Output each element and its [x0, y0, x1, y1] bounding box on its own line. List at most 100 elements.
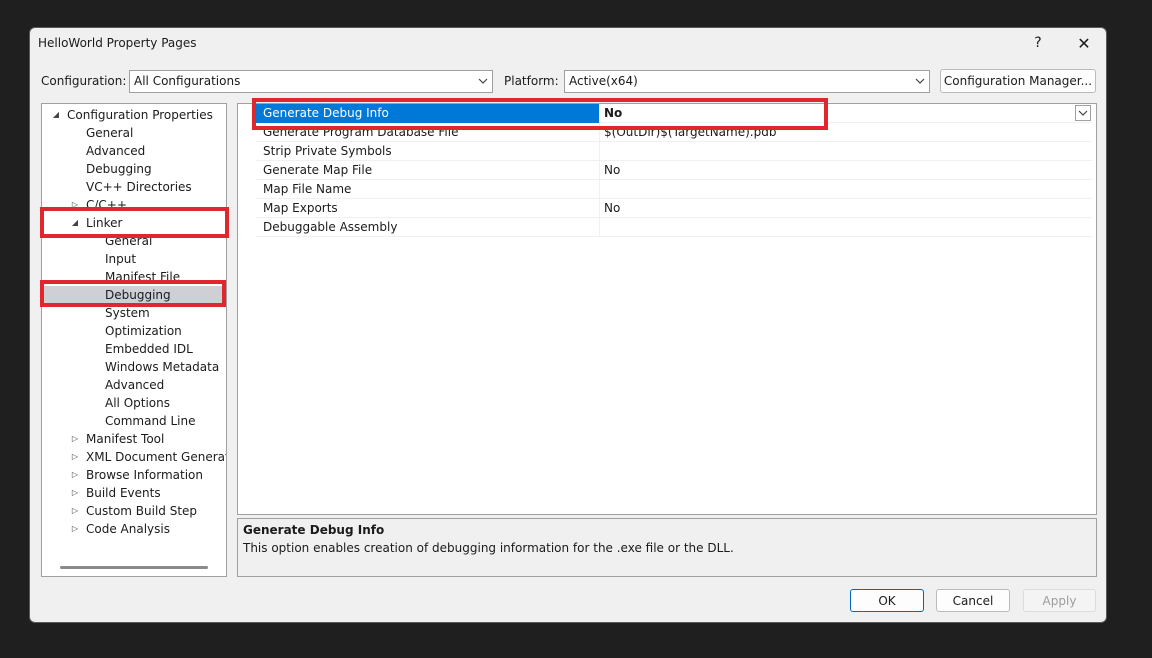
tree-item[interactable]: ▷ Browse Information — [42, 466, 226, 484]
expanded-arrow-icon[interactable]: ◢ — [51, 106, 61, 124]
tree-item-label: Manifest Tool — [86, 432, 165, 446]
column-divider — [599, 161, 600, 180]
tree-item[interactable]: ▷ Manifest Tool — [42, 430, 226, 448]
tree-item-label: Debugging — [86, 162, 152, 176]
close-button[interactable]: ✕ — [1062, 32, 1106, 54]
platform-value: Active(x64) — [569, 74, 638, 88]
tree-item[interactable]: Input — [42, 250, 226, 268]
tree-item-label: Input — [105, 252, 137, 266]
column-divider — [599, 104, 600, 123]
tree-item[interactable]: All Options — [42, 394, 226, 412]
chevron-down-icon — [1078, 110, 1088, 116]
tree-item[interactable]: Command Line — [42, 412, 226, 430]
tree-item-label: Command Line — [105, 414, 196, 428]
configuration-value: All Configurations — [134, 74, 241, 88]
property-grid: Generate Debug Info No Generate Program Da… — [237, 103, 1097, 515]
expanded-arrow-icon[interactable]: ◢ — [70, 214, 80, 232]
apply-button[interactable]: Apply — [1023, 589, 1096, 612]
property-value[interactable]: No — [604, 201, 620, 215]
tree-item[interactable]: ▷ C/C++ — [42, 196, 226, 214]
tree-item-label: System — [105, 306, 150, 320]
property-name: Generate Program Database File — [263, 125, 459, 139]
tree-item-label: Advanced — [105, 378, 165, 392]
column-divider — [599, 142, 600, 161]
property-row[interactable]: Map File Name — [256, 180, 1092, 199]
close-icon: ✕ — [1077, 33, 1091, 53]
column-divider — [599, 218, 600, 237]
property-row[interactable]: Debuggable Assembly — [256, 218, 1092, 237]
tree-item[interactable]: VC++ Directories — [42, 178, 226, 196]
property-row[interactable]: Strip Private Symbols — [256, 142, 1092, 161]
tree-item-label: General — [105, 234, 153, 248]
tree-item-label: General — [86, 126, 134, 140]
property-name: Map Exports — [263, 201, 338, 215]
collapsed-arrow-icon[interactable]: ▷ — [70, 502, 80, 520]
tree-item-label: Configuration Properties — [67, 108, 213, 122]
tree-item[interactable]: ◢ Linker — [42, 214, 226, 232]
tree-item[interactable]: ▷ Build Events — [42, 484, 226, 502]
tree-horizontal-scrollbar[interactable] — [60, 566, 208, 569]
column-divider — [599, 180, 600, 199]
tree-item-label: Code Analysis — [86, 522, 170, 536]
configuration-label: Configuration: — [41, 74, 127, 88]
description-title: Generate Debug Info — [243, 523, 385, 537]
property-tree: ▷ Code Analysis ▷ Custom Build Step ▷ Build E… — [41, 103, 227, 577]
property-name: Map File Name — [263, 182, 352, 196]
title-bar: HelloWorld Property Pages ? ✕ — [30, 28, 1106, 58]
tree-item[interactable]: ◢ Configuration Properties — [42, 106, 226, 124]
description-panel: Generate Debug Info This option enables … — [237, 518, 1097, 577]
tree-item-label: C/C++ — [86, 198, 127, 212]
tree-item[interactable]: Manifest File — [42, 268, 226, 286]
collapsed-arrow-icon[interactable]: ▷ — [70, 196, 80, 214]
property-pages-dialog: HelloWorld Property Pages ? ✕ Configurat… — [29, 27, 1107, 623]
tree-item-label: Linker — [86, 216, 123, 230]
tree-item[interactable]: General — [42, 124, 226, 142]
tree-item[interactable]: Advanced — [42, 142, 226, 160]
tree-item[interactable]: Debugging — [42, 286, 226, 304]
collapsed-arrow-icon[interactable]: ▷ — [70, 484, 80, 502]
collapsed-arrow-icon[interactable]: ▷ — [70, 466, 80, 484]
window-title: HelloWorld Property Pages — [38, 36, 197, 50]
tree-item-label: Advanced — [86, 144, 146, 158]
tree-item[interactable]: ▷ XML Document Generator — [42, 448, 226, 466]
help-icon: ? — [1034, 35, 1042, 51]
property-name: Generate Debug Info — [263, 106, 389, 120]
property-value[interactable]: $(OutDir)$(TargetName).pdb — [604, 125, 776, 139]
tree-item[interactable]: Embedded IDL — [42, 340, 226, 358]
property-value[interactable]: No — [604, 106, 622, 120]
platform-label: Platform: — [504, 74, 559, 88]
configuration-dropdown[interactable]: All Configurations — [129, 70, 493, 93]
value-dropdown-button[interactable] — [1075, 105, 1091, 121]
tree-item-label: VC++ Directories — [86, 180, 192, 194]
platform-dropdown[interactable]: Active(x64) — [564, 70, 930, 93]
property-row[interactable]: Generate Map File No — [256, 161, 1092, 180]
tree-item-label: XML Document Generator — [86, 450, 227, 464]
property-row[interactable]: Map Exports No — [256, 199, 1092, 218]
tree-item[interactable]: Optimization — [42, 322, 226, 340]
tree-item-label: Browse Information — [86, 468, 203, 482]
tree-item-label: Manifest File — [105, 270, 181, 284]
tree-item[interactable]: ▷ Custom Build Step — [42, 502, 226, 520]
cancel-button[interactable]: Cancel — [936, 589, 1010, 612]
tree-item-label: Embedded IDL — [105, 342, 193, 356]
chevron-down-icon — [915, 78, 925, 84]
property-row[interactable]: Generate Debug Info No — [256, 104, 1092, 123]
property-value[interactable]: No — [604, 163, 620, 177]
tree-item[interactable]: System — [42, 304, 226, 322]
tree-item[interactable]: General — [42, 232, 226, 250]
configuration-manager-button[interactable]: Configuration Manager... — [940, 69, 1096, 93]
tree-item[interactable]: ▷ Code Analysis — [42, 520, 226, 538]
tree-item[interactable]: Debugging — [42, 160, 226, 178]
tree-item[interactable]: Advanced — [42, 376, 226, 394]
collapsed-arrow-icon[interactable]: ▷ — [70, 520, 80, 538]
property-name: Debuggable Assembly — [263, 220, 398, 234]
tree-item-label: Debugging — [105, 288, 171, 302]
tree-item[interactable]: Windows Metadata — [42, 358, 226, 376]
tree-item-label: All Options — [105, 396, 170, 410]
help-button[interactable]: ? — [1016, 32, 1060, 54]
ok-button[interactable]: OK — [850, 589, 924, 612]
collapsed-arrow-icon[interactable]: ▷ — [70, 448, 80, 466]
property-row[interactable]: Generate Program Database File $(OutDir)$… — [256, 123, 1092, 142]
collapsed-arrow-icon[interactable]: ▷ — [70, 430, 80, 448]
tree-item-label: Custom Build Step — [86, 504, 198, 518]
